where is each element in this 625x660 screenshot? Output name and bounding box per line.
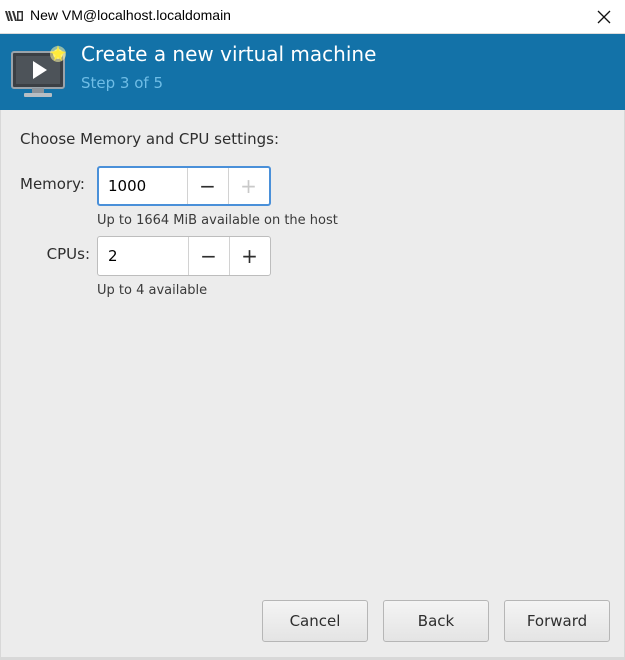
wizard-step: Step 3 of 5	[81, 74, 164, 92]
memory-spinbox: − +	[97, 166, 271, 206]
wizard-title: Create a new virtual machine	[81, 42, 377, 66]
cpus-decrease-button[interactable]: −	[188, 237, 228, 275]
memory-hint: Up to 1664 MiB available on the host	[97, 213, 338, 228]
close-window-button[interactable]	[590, 4, 618, 30]
wizard-header: Create a new virtual machine Step 3 of 5	[0, 34, 625, 110]
vm-screen-icon	[11, 45, 66, 97]
wizard-content: Choose Memory and CPU settings: Memory: …	[0, 110, 625, 660]
window-title: New VM@localhost.localdomain	[30, 7, 231, 23]
forward-button[interactable]: Forward	[504, 600, 610, 642]
back-button[interactable]: Back	[383, 600, 489, 642]
cpus-hint: Up to 4 available	[97, 283, 208, 298]
section-label: Choose Memory and CPU settings:	[20, 130, 280, 148]
cpus-spinbox: − +	[97, 236, 271, 276]
virt-manager-icon	[5, 11, 23, 21]
cpus-label: CPUs:	[46, 245, 90, 263]
memory-increase-button[interactable]: +	[228, 168, 268, 204]
cpus-input[interactable]	[108, 237, 188, 275]
window-titlebar: New VM@localhost.localdomain	[0, 0, 625, 34]
cancel-button[interactable]: Cancel	[262, 600, 368, 642]
close-icon	[597, 10, 611, 24]
memory-input[interactable]	[108, 168, 188, 204]
memory-decrease-button[interactable]: −	[187, 168, 227, 204]
cpus-increase-button[interactable]: +	[229, 237, 269, 275]
memory-label: Memory:	[20, 175, 85, 193]
